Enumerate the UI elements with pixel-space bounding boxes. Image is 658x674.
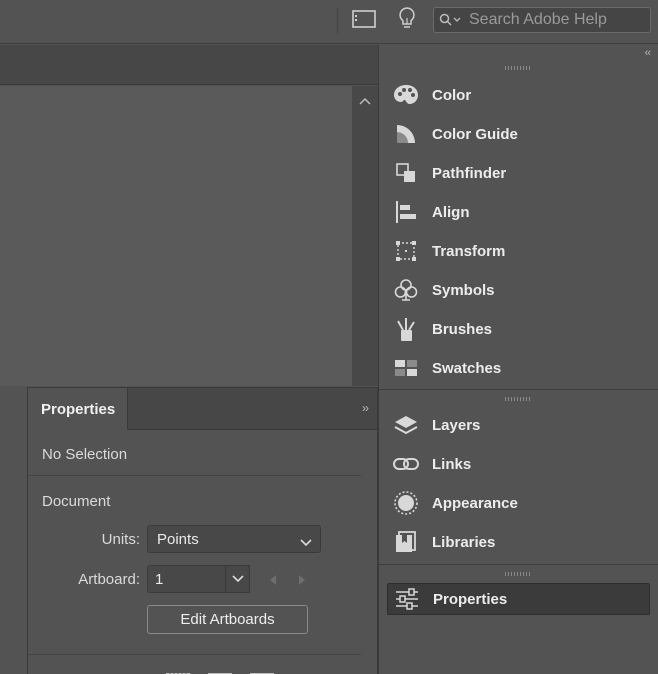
dock-item-transform[interactable]: Transform (387, 235, 650, 267)
right-panel-dock: ‹‹ Color Color Guide Pathfinder Align Tr… (378, 45, 658, 674)
dock-item-label: Pathfinder (432, 164, 507, 182)
tab-properties[interactable]: Properties (28, 388, 128, 430)
panel-group-2: Layers Links Appearance Libraries (379, 391, 658, 565)
dock-item-label: Appearance (432, 494, 518, 512)
app-topbar (0, 0, 658, 44)
dock-item-appearance[interactable]: Appearance (387, 487, 650, 519)
document-canvas[interactable] (0, 86, 352, 386)
dock-item-label: Transform (432, 242, 506, 260)
grid-icon[interactable] (208, 668, 232, 674)
palette-icon (391, 80, 421, 110)
expand-panel-icon[interactable]: ›› (362, 401, 369, 415)
search-input[interactable] (469, 11, 644, 29)
properties-tab-bar: Properties ›› (28, 388, 377, 430)
dock-item-label: Color Guide (432, 125, 518, 143)
artboard-value: 1 (155, 570, 164, 588)
appearance-icon (391, 488, 421, 518)
drag-grip[interactable] (505, 66, 531, 70)
dock-item-label: Align (432, 203, 470, 221)
dock-item-label: Links (432, 455, 472, 473)
topbar-separator (337, 8, 338, 34)
pathfinder-icon (391, 158, 421, 188)
dock-item-swatches[interactable]: Swatches (387, 352, 650, 384)
previous-artboard-icon[interactable] (269, 573, 277, 591)
libraries-icon (391, 527, 421, 557)
transparency-grid-icon[interactable] (250, 668, 274, 674)
help-search-box[interactable] (433, 7, 651, 33)
panel-group-3: Properties (379, 566, 658, 674)
dock-item-color[interactable]: Color (387, 79, 650, 111)
dock-item-align[interactable]: Align (387, 196, 650, 228)
dock-item-label: Libraries (432, 533, 496, 551)
dock-item-links[interactable]: Links (387, 448, 650, 480)
layers-icon (391, 410, 421, 440)
dock-item-properties[interactable]: Properties (387, 583, 650, 615)
dock-item-color-guide[interactable]: Color Guide (387, 118, 650, 150)
align-icon (391, 197, 421, 227)
workspace-switcher-button[interactable] (349, 7, 379, 35)
drag-grip[interactable] (505, 572, 531, 576)
drag-grip[interactable] (505, 397, 531, 401)
club-icon (391, 275, 421, 305)
discover-button[interactable] (392, 6, 422, 36)
dock-item-brushes[interactable]: Brushes (387, 313, 650, 345)
workspace-icon (352, 9, 376, 33)
lightbulb-icon (398, 6, 416, 36)
brushes-icon (391, 314, 421, 344)
units-value: Points (157, 530, 199, 548)
dock-item-label: Symbols (432, 281, 495, 299)
chevron-down-icon (300, 534, 312, 551)
search-icon (439, 13, 465, 27)
next-artboard-icon[interactable] (298, 573, 306, 591)
dock-item-symbols[interactable]: Symbols (387, 274, 650, 306)
units-label: Units: (101, 531, 140, 548)
artboard-dropdown-button[interactable] (225, 565, 250, 593)
panel-group-1: Color Color Guide Pathfinder Align Trans (379, 60, 658, 390)
selection-status: No Selection (42, 446, 128, 463)
collapse-dock-icon[interactable]: ‹‹ (645, 47, 651, 59)
artboard-label: Artboard: (78, 571, 140, 588)
color-guide-icon (391, 119, 421, 149)
dock-item-label: Properties (433, 590, 508, 608)
dock-item-libraries[interactable]: Libraries (387, 526, 650, 558)
properties-panel: Properties ›› No Selection Document Unit… (27, 387, 378, 674)
links-icon (391, 449, 421, 479)
transform-icon (391, 236, 421, 266)
edit-artboards-button[interactable]: Edit Artboards (147, 605, 308, 634)
divider (28, 654, 361, 655)
dock-item-pathfinder[interactable]: Pathfinder (387, 157, 650, 189)
units-select[interactable]: Points (147, 525, 321, 553)
dock-item-label: Layers (432, 416, 481, 434)
dock-item-label: Swatches (432, 359, 502, 377)
document-tab-strip (0, 45, 378, 85)
chevron-down-icon (231, 570, 244, 588)
sliders-icon (392, 584, 422, 614)
swatches-icon (391, 353, 421, 383)
vertical-scrollbar[interactable] (352, 86, 378, 386)
chevron-up-icon[interactable] (359, 92, 371, 110)
ruler-icon[interactable] (166, 668, 190, 674)
dock-item-label: Brushes (432, 320, 493, 338)
divider (28, 475, 361, 476)
dock-item-layers[interactable]: Layers (387, 409, 650, 441)
section-title-document: Document (42, 493, 111, 510)
dock-item-label: Color (432, 86, 472, 104)
